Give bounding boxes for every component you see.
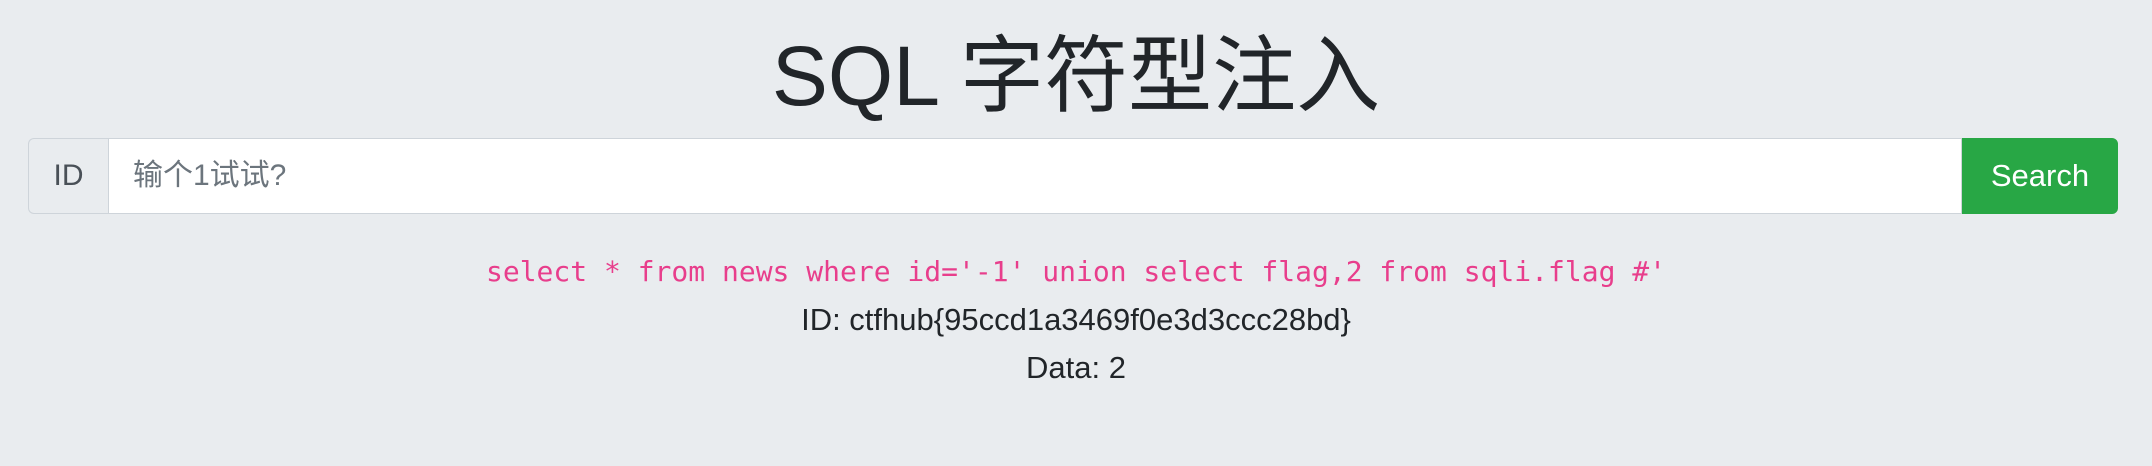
query-result: select * from news where id='-1' union s… [0,248,2152,392]
search-form: ID Search [28,138,2118,214]
id-input[interactable] [108,138,1962,214]
sql-query-text: select * from news where id='-1' union s… [485,255,1667,288]
page-title: SQL 字符型注入 [771,29,1381,123]
result-id-line: ID: ctfhub{95ccd1a3469f0e3d3ccc28bd} [801,302,1351,337]
search-button[interactable]: Search [1962,138,2118,214]
result-data-line: Data: 2 [1026,350,1126,385]
id-label: ID [28,138,108,214]
